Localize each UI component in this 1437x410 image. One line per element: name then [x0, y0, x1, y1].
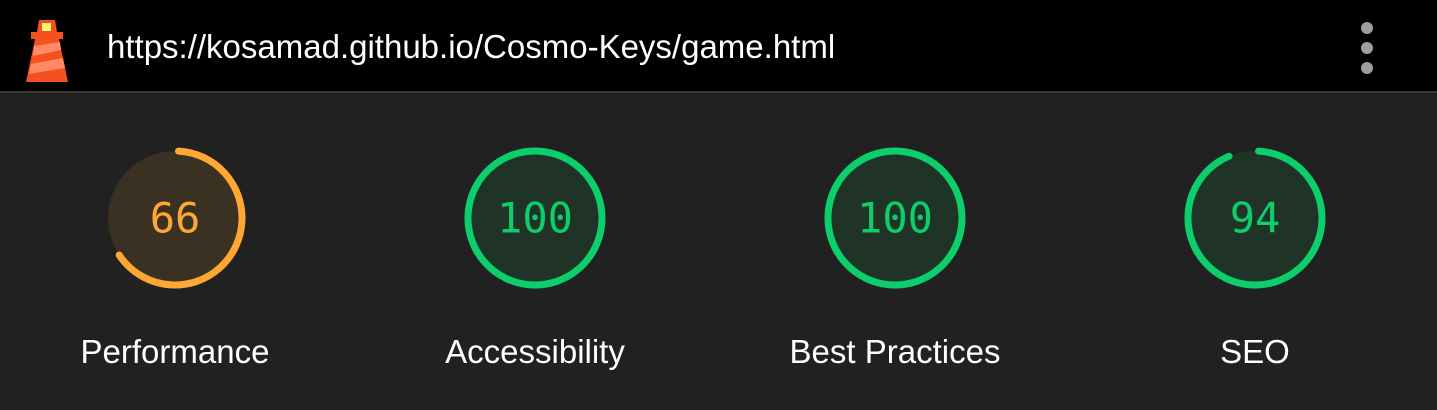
gauge-label: Best Practices: [789, 333, 1001, 370]
lighthouse-icon: [26, 20, 68, 82]
gauge-value: 94: [1230, 194, 1281, 243]
gauge-best-practices[interactable]: 100 Best Practices: [765, 143, 1025, 383]
kebab-menu-icon[interactable]: [1352, 20, 1382, 76]
score-gauges: 66 Performance 100 Accessibility 100 Bes…: [0, 95, 1437, 410]
gauge-value: 66: [150, 194, 201, 243]
report-header: https://kosamad.github.io/Cosmo-Keys/gam…: [0, 0, 1437, 93]
gauge-best-practices-chart: 100: [824, 147, 966, 289]
gauge-seo-chart: 94: [1184, 147, 1326, 289]
gauge-label: Accessibility: [445, 333, 625, 370]
gauge-seo[interactable]: 94 SEO: [1125, 143, 1385, 383]
gauge-label: Performance: [80, 333, 270, 370]
gauge-performance[interactable]: 66 Performance: [45, 143, 305, 383]
gauge-accessibility[interactable]: 100 Accessibility: [405, 143, 665, 383]
page-url: https://kosamad.github.io/Cosmo-Keys/gam…: [107, 28, 836, 65]
gauge-value: 100: [857, 194, 933, 243]
gauge-label: SEO: [1220, 333, 1290, 370]
gauge-accessibility-chart: 100: [464, 147, 606, 289]
gauge-performance-chart: 66: [104, 147, 246, 289]
gauge-value: 100: [497, 194, 573, 243]
